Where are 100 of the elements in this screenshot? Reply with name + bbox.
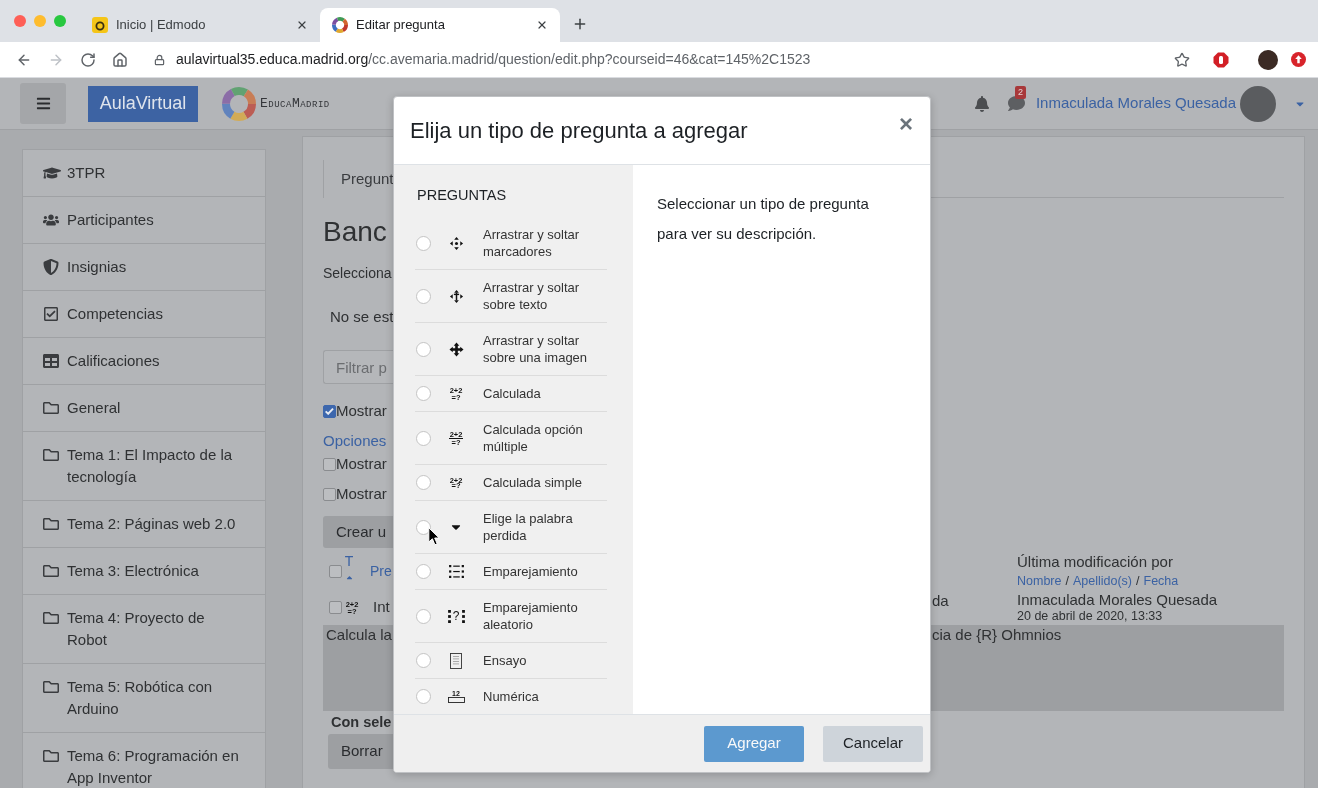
sidebar-item[interactable]: Tema 1: El Impacto de la tecnología <box>23 432 265 501</box>
folder-icon <box>43 400 59 416</box>
new-tab-icon[interactable] <box>572 16 588 32</box>
checkbox[interactable] <box>323 404 336 418</box>
option-label[interactable]: Calculada opción múltiple <box>483 421 606 455</box>
description-text: Seleccionar un tipo de pregunta para ver su descripción. <box>657 194 870 244</box>
bulk-action-label: Con sele <box>331 713 392 732</box>
checkbox[interactable] <box>329 564 342 578</box>
dots-icon <box>447 609 451 623</box>
menu-icon <box>35 96 51 111</box>
graduation-cap-icon <box>43 165 61 181</box>
lock-icon <box>154 53 165 66</box>
option-label[interactable]: Arrastrar y soltar sobre texto <box>483 279 606 313</box>
option-label[interactable]: Ensayo <box>483 652 606 669</box>
radio-button[interactable] <box>416 608 431 624</box>
page-heading: Banc <box>323 215 387 249</box>
dialog-title: Elija un tipo de pregunta a agregar <box>410 116 748 145</box>
checkbox[interactable] <box>323 487 336 501</box>
sidebar-item[interactable]: 3TPR <box>23 150 265 197</box>
option-label[interactable]: Calculada simple <box>483 474 606 491</box>
preview-text: cia de {R} Ohmnios <box>932 625 1062 645</box>
folder-icon <box>43 516 59 532</box>
message-count: 2 <box>1014 86 1026 99</box>
favicon-icon <box>92 17 108 33</box>
delete-button[interactable]: Borrar <box>328 734 394 769</box>
folder-icon <box>43 679 59 695</box>
sidebar-item[interactable]: Tema 3: Electrónica <box>23 548 265 595</box>
sidebar-item[interactable]: Tema 2: Páginas web 2.0 <box>23 501 265 548</box>
radio-button[interactable] <box>416 475 431 490</box>
folder-icon <box>43 748 59 764</box>
preview-text: Calcula la <box>326 626 392 643</box>
table-cell: Inmaculada Morales Quesada <box>1017 590 1218 610</box>
close-icon[interactable] <box>296 19 308 31</box>
option-label[interactable]: Calculada <box>483 385 606 402</box>
option-label[interactable]: Numérica <box>483 688 606 705</box>
cancel-button[interactable]: Cancelar <box>823 725 923 762</box>
checkbox[interactable] <box>323 457 336 471</box>
category-label: Selecciona <box>323 264 392 283</box>
bell-icon[interactable] <box>973 95 990 112</box>
table-cell: da <box>932 592 949 609</box>
option-label[interactable]: Arrastrar y soltar marcadores <box>483 226 606 260</box>
tab[interactable]: Pregunt <box>323 160 395 198</box>
table-icon <box>43 353 59 369</box>
sidebar-item[interactable]: Calificaciones <box>23 338 265 385</box>
maximize-icon[interactable] <box>54 15 66 27</box>
separator: / <box>1065 573 1069 589</box>
radio-button[interactable] <box>416 341 431 357</box>
shield-icon <box>43 259 59 275</box>
radio-button[interactable] <box>416 430 431 446</box>
folder-icon <box>43 447 59 463</box>
folder-icon <box>43 610 59 626</box>
brand-button[interactable]: AulaVirtual <box>88 85 198 122</box>
radio-button[interactable] <box>416 689 431 704</box>
close-icon[interactable] <box>536 19 548 31</box>
table-cell: 20 de abril de 2020, 13:33 <box>1017 610 1163 623</box>
check-icon <box>325 407 334 415</box>
bookmark-star-icon[interactable] <box>1174 51 1190 68</box>
sidebar-item[interactable]: Insignias <box>23 244 265 291</box>
radio-button[interactable] <box>416 653 431 668</box>
chat-icon[interactable] <box>1007 95 1025 112</box>
radio-button[interactable] <box>416 386 431 401</box>
option-label[interactable]: Emparejamiento <box>483 563 606 580</box>
dots-icon <box>461 609 465 623</box>
table-cell-text: Int <box>373 597 390 618</box>
option-label[interactable]: Elige la palabra perdida <box>483 510 606 544</box>
reload-icon[interactable] <box>80 51 96 68</box>
users-icon <box>43 212 59 228</box>
avatar-icon[interactable] <box>1258 49 1278 70</box>
mouse-pointer-icon <box>428 527 440 546</box>
sidebar-item[interactable]: Participantes <box>23 197 265 244</box>
sidebar-item[interactable]: Tema 5: Robótica con Arduino <box>23 664 265 733</box>
close-button[interactable]: × <box>899 97 913 138</box>
home-icon[interactable] <box>112 51 128 68</box>
sidebar-item[interactable]: Tema 6: Programación en App Inventor <box>23 733 265 788</box>
minimize-icon[interactable] <box>34 15 46 27</box>
logo-text: EducaMadrid <box>260 94 330 113</box>
checkbox-label: Mostrar <box>336 454 387 474</box>
stop-sign-icon[interactable] <box>1213 51 1229 68</box>
create-button[interactable]: Crear u <box>323 516 395 548</box>
list-heading: PREGUNTAS <box>417 186 507 205</box>
radio-button[interactable] <box>416 288 431 304</box>
browser-tab[interactable]: Editar pregunta <box>320 8 560 42</box>
browser-tab[interactable]: Inicio | Edmodo <box>80 8 320 42</box>
menu-button[interactable] <box>20 83 66 124</box>
option-label[interactable]: Emparejamiento aleatorio <box>483 599 606 633</box>
separator: / <box>1136 573 1140 589</box>
option-label[interactable]: Arrastrar y soltar sobre una imagen <box>483 332 606 366</box>
radio-button[interactable] <box>416 564 431 579</box>
column-header: Última modificación por <box>1017 552 1174 572</box>
checkbox[interactable] <box>329 601 342 614</box>
sidebar-item[interactable]: Competencias <box>23 291 265 338</box>
filter-field[interactable]: Filtrar p <box>323 350 395 384</box>
favicon-icon <box>332 17 348 33</box>
folder-icon <box>43 563 59 579</box>
address-field[interactable]: aulavirtual35.educa.madrid.org/cc.avemaria.madrid/question/edit.php?courseid=46&cat=145%2C1523 <box>154 49 811 70</box>
sidebar-item[interactable]: Tema 4: Proyecto de Robot <box>23 595 265 664</box>
radio-button[interactable] <box>416 235 431 251</box>
notice-text: No se est <box>330 307 394 327</box>
sidebar-item[interactable]: General <box>23 385 265 432</box>
checkbox-label: Mostrar <box>336 484 387 504</box>
